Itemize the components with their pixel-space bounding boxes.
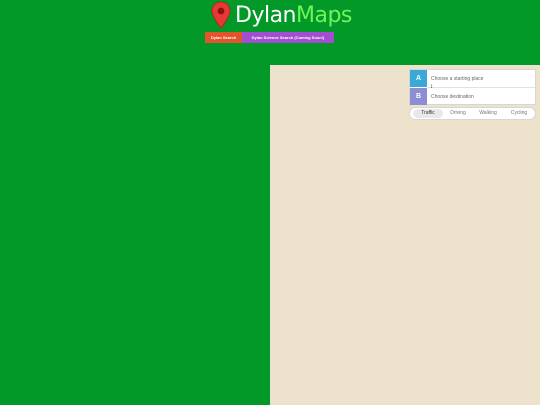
logo-text: DylanMaps (235, 1, 352, 31)
destination-input[interactable] (428, 88, 534, 105)
map-pin-icon (211, 1, 231, 29)
mode-driving[interactable]: Driving (443, 109, 473, 118)
search-tabs: Dylan Search Dylan Science Search (Comin… (205, 32, 334, 43)
start-input[interactable] (428, 70, 534, 87)
dylan-maps-logo[interactable]: DylanMaps (211, 1, 352, 31)
header: DylanMaps Dylan Search Dylan Science Sea… (0, 0, 540, 65)
destination-row: B (410, 88, 535, 105)
tab-dylan-search[interactable]: Dylan Search (205, 32, 242, 43)
mode-walking[interactable]: Walking (473, 109, 503, 118)
start-marker-badge: A (410, 70, 427, 87)
logo-word-dylan: Dylan (235, 3, 297, 28)
mode-cycling[interactable]: Cycling (504, 109, 534, 118)
logo-word-maps: Maps (296, 3, 352, 28)
mode-traffic[interactable]: Traffic (413, 109, 443, 118)
directions-panel: A ↕ B (409, 69, 536, 105)
destination-marker-badge: B (410, 88, 427, 105)
travel-mode-selector: Traffic Driving Walking Cycling (409, 107, 536, 120)
tab-dylan-science-search[interactable]: Dylan Science Search (Coming Soon!) (242, 32, 334, 43)
